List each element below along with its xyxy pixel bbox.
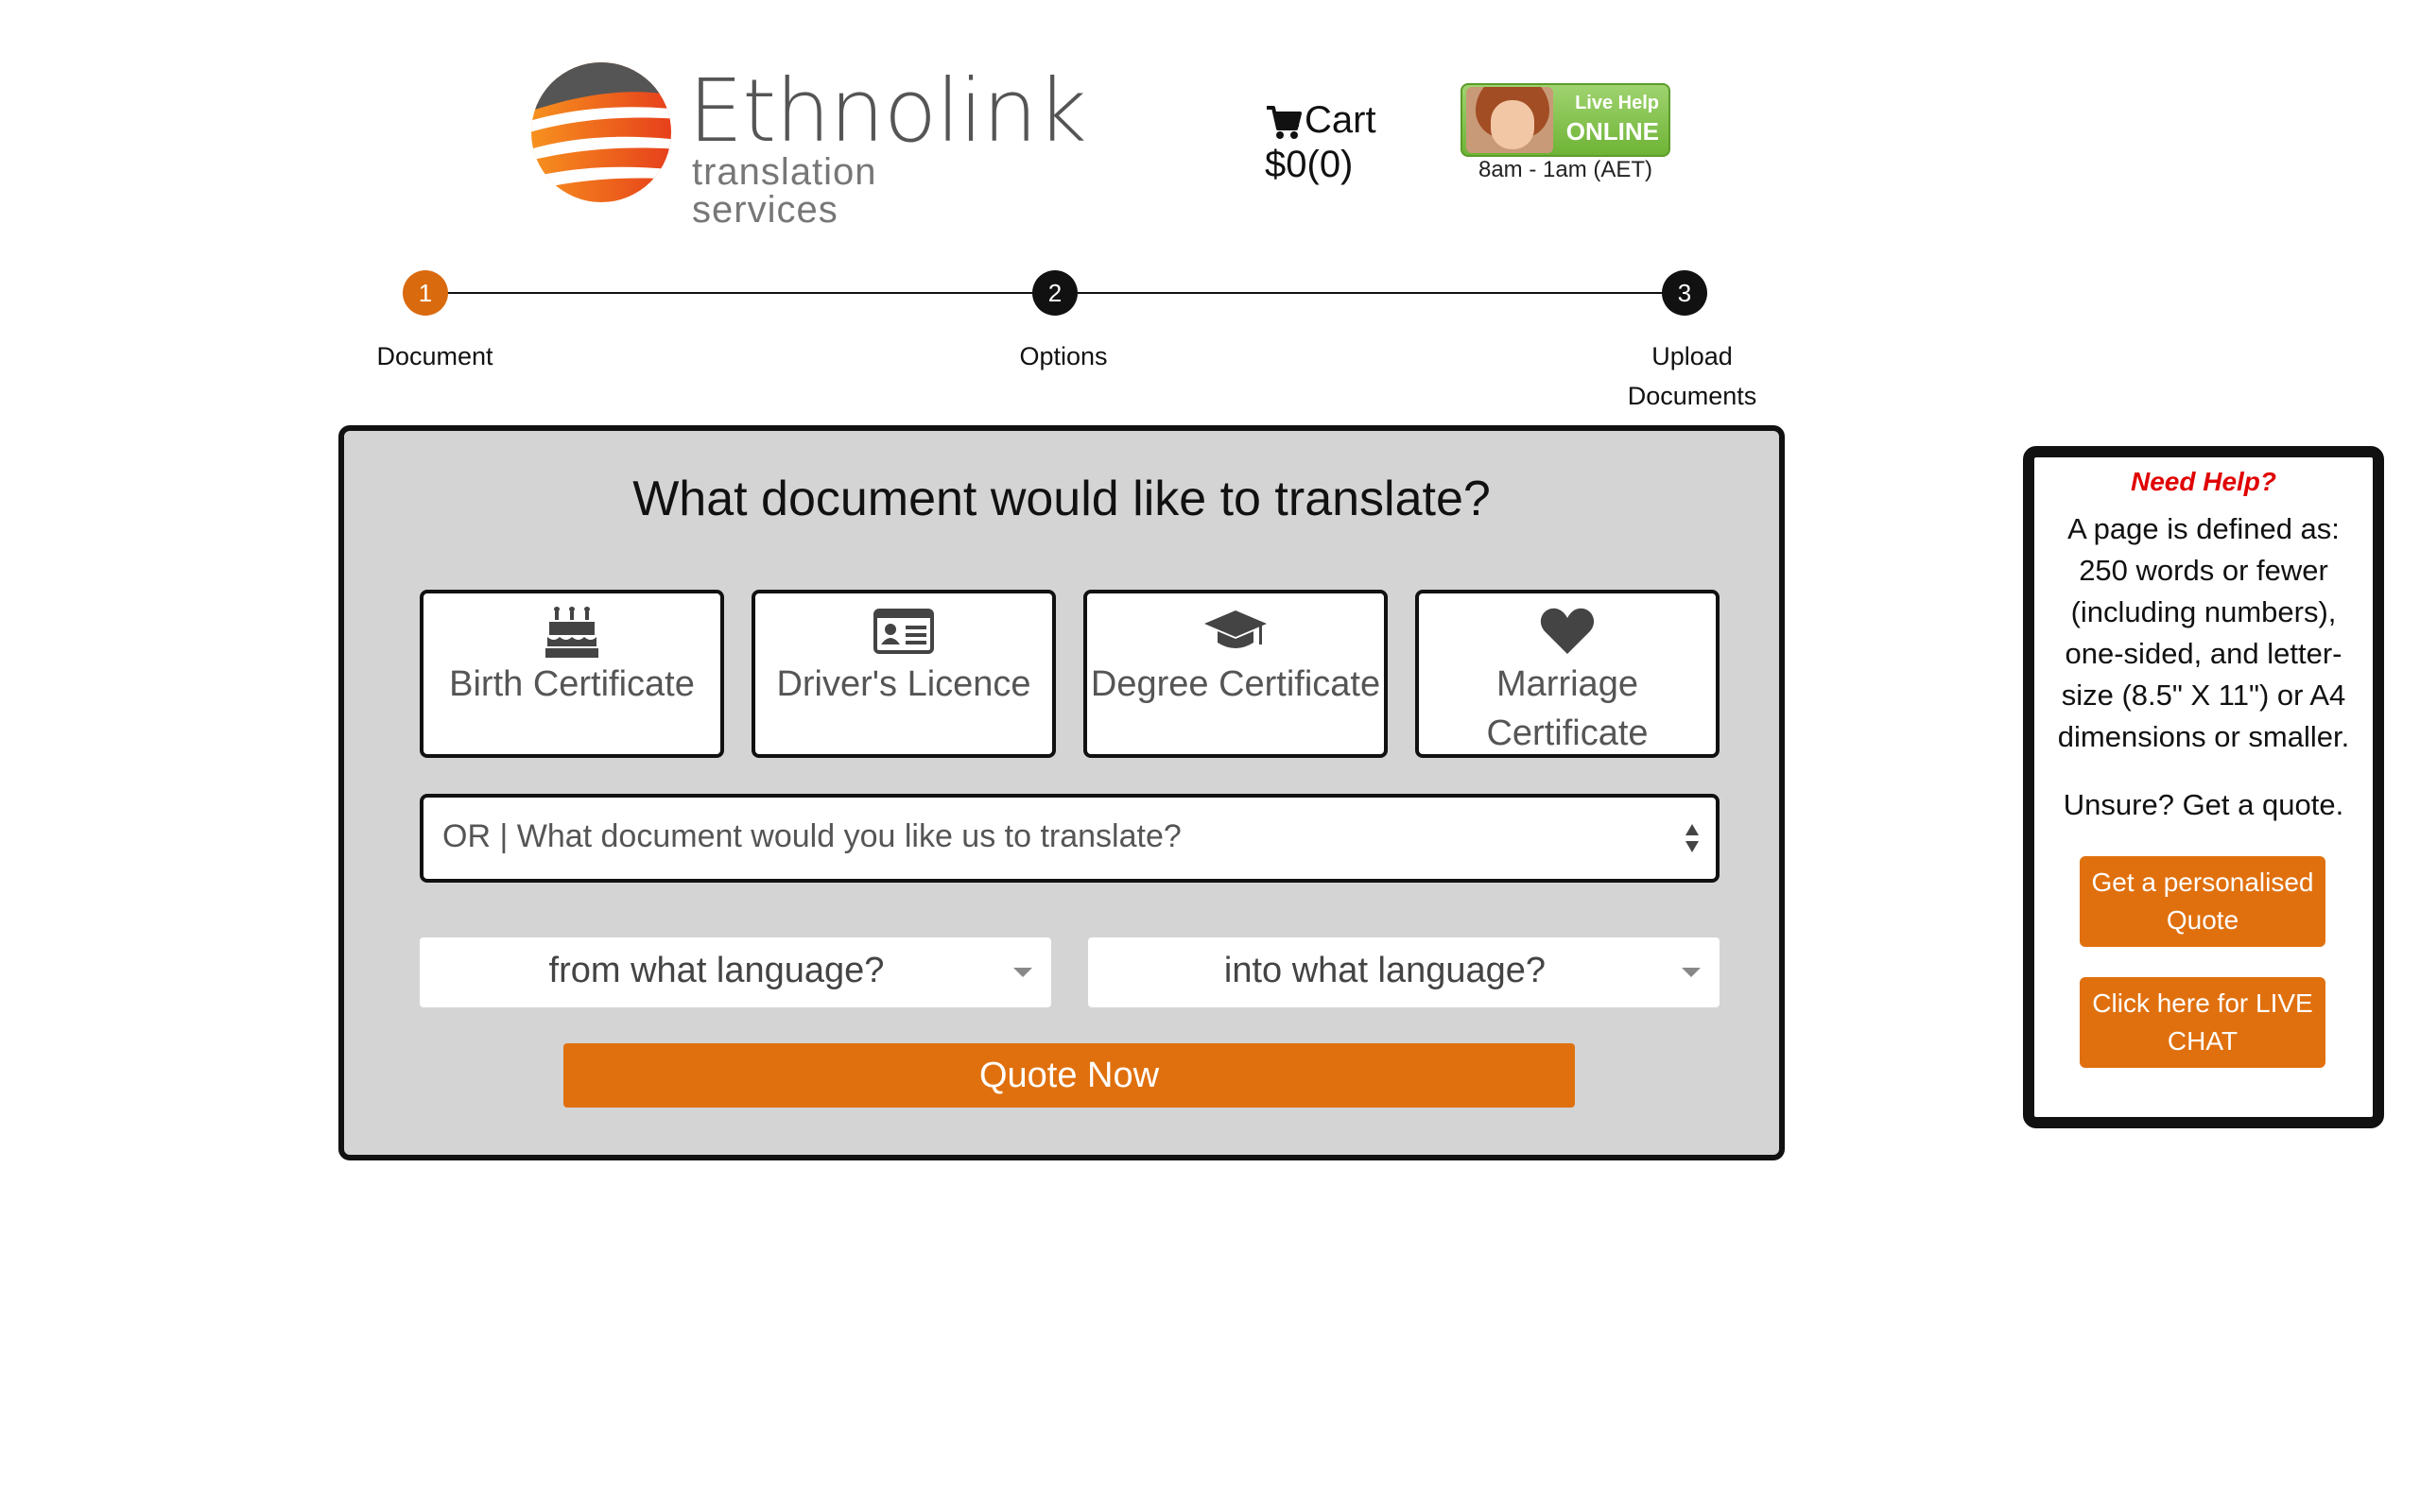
- help-box: Need Help? A page is defined as: 250 wor…: [2023, 446, 2384, 1128]
- card-marriage-certificate[interactable]: Marriage Certificate: [1415, 590, 1720, 758]
- document-type-select[interactable]: OR | What document would you like us to …: [420, 794, 1720, 883]
- card-birth-certificate[interactable]: Birth Certificate: [420, 590, 724, 758]
- chevron-down-icon: [1682, 968, 1701, 977]
- stepper-connector: [427, 292, 1032, 294]
- cart-total: $0(0): [1265, 144, 1354, 185]
- id-card-icon: [873, 609, 934, 654]
- cart-label: Cart: [1305, 99, 1376, 141]
- from-language-placeholder: from what language?: [548, 951, 885, 990]
- chevron-down-icon: [1013, 968, 1032, 977]
- step-1-label: Document: [376, 342, 493, 370]
- card-label: Degree Certificate: [1090, 664, 1381, 704]
- agent-avatar: [1466, 87, 1553, 153]
- from-language-select[interactable]: from what language?: [420, 937, 1051, 1007]
- help-unsure-text: Unsure? Get a quote.: [2063, 788, 2344, 821]
- step-3-label: Upload Documents: [1627, 342, 1757, 410]
- heart-icon: [1540, 608, 1595, 654]
- live-help-status: ONLINE: [1565, 117, 1659, 146]
- panel-title: What document would like to translate?: [632, 472, 1491, 526]
- card-label: Driver's Licence: [776, 664, 1031, 704]
- brand-name: Ethnolink: [688, 60, 1087, 162]
- select-arrows-icon: [1685, 824, 1699, 852]
- card-label: Birth Certificate: [449, 664, 695, 704]
- live-help-badge[interactable]: Live Help ONLINE: [1461, 83, 1670, 157]
- live-help-label: Live Help: [1575, 93, 1659, 113]
- card-degree-certificate[interactable]: Degree Certificate: [1083, 590, 1388, 758]
- graduation-cap-icon: [1204, 610, 1267, 648]
- help-page-definition: A page is defined as: 250 words or fewer…: [2057, 512, 2350, 753]
- cart-widget[interactable]: Cart $0(0): [1265, 94, 1435, 189]
- live-help-hours: 8am - 1am (AET): [1478, 157, 1653, 182]
- brand-tagline: translation services: [692, 151, 877, 231]
- quote-now-button[interactable]: Quote Now: [563, 1043, 1575, 1108]
- step-2-indicator: 2: [1032, 270, 1078, 316]
- card-label: Marriage Certificate: [1486, 664, 1649, 753]
- help-title: Need Help?: [2130, 467, 2277, 496]
- logo-mark-icon: [531, 62, 671, 202]
- step-1-indicator: 1: [403, 270, 448, 316]
- into-language-placeholder: into what language?: [1223, 951, 1547, 990]
- birthday-cake-icon: [545, 607, 598, 658]
- document-selection-panel: What document would like to translate? B…: [338, 425, 1785, 1160]
- personalised-quote-button[interactable]: Get a personalised Quote: [2080, 856, 2325, 947]
- into-language-select[interactable]: into what language?: [1088, 937, 1720, 1007]
- step-2-label: Options: [1019, 342, 1108, 370]
- step-3-indicator: 3: [1662, 270, 1707, 316]
- live-chat-button[interactable]: Click here for LIVE CHAT: [2080, 977, 2325, 1068]
- cart-icon: [1267, 106, 1302, 139]
- stepper-connector: [1055, 292, 1685, 294]
- document-type-select-value: OR | What document would you like us to …: [442, 818, 1182, 854]
- brand-logo[interactable]: Ethnolink translation services: [529, 59, 1087, 229]
- card-drivers-licence[interactable]: Driver's Licence: [752, 590, 1056, 758]
